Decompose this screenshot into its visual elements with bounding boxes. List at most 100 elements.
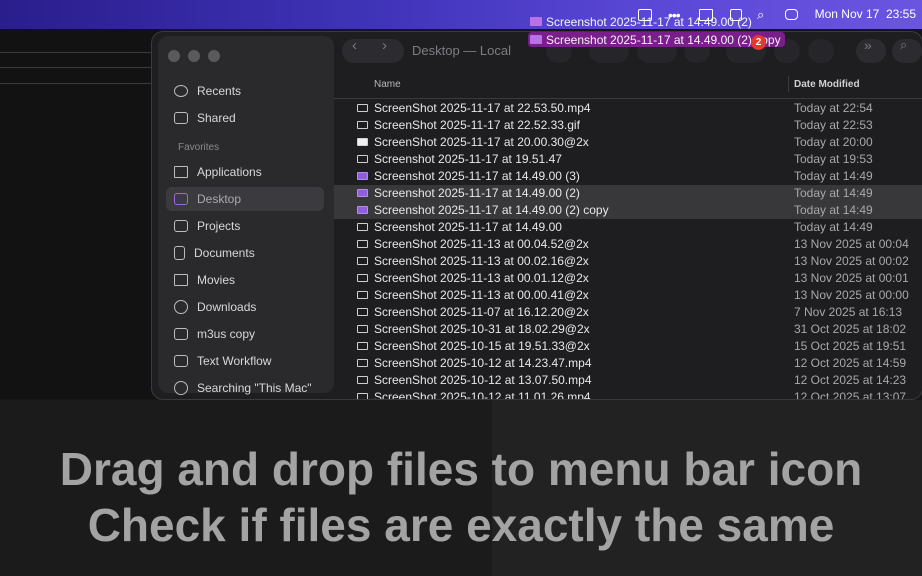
file-date-modified: Today at 14:49 [794,186,873,200]
table-row[interactable]: ScreenShot 2025-11-17 at 20.00.30@2x Toda… [334,134,922,151]
image-file-icon [357,274,368,282]
table-row[interactable]: ScreenShot 2025-11-13 at 00.04.52@2x 13 N… [334,236,922,253]
minimize-window-button[interactable] [188,50,200,62]
image-file-icon [357,172,368,180]
divider [0,52,160,53]
table-row[interactable]: ScreenShot 2025-10-15 at 19.51.33@2x 15 O… [334,338,922,355]
file-name: Screenshot 2025-11-17 at 19.51.47 [374,152,562,166]
column-header-date-modified[interactable]: Date Modified [794,79,860,90]
image-file-icon [357,121,368,129]
table-row[interactable]: ScreenShot 2025-11-13 at 00.02.16@2x 13 N… [334,253,922,270]
file-name: ScreenShot 2025-11-07 at 16.12.20@2x [374,305,589,319]
table-row[interactable]: Screenshot 2025-11-17 at 14.49.00 Today a… [334,219,922,236]
favorites-heading: Favorites [178,142,220,153]
table-row[interactable]: ScreenShot 2025-11-07 at 16.12.20@2x 7 No… [334,304,922,321]
file-name: ScreenShot 2025-11-17 at 20.00.30@2x [374,135,589,149]
table-row[interactable]: Screenshot 2025-11-17 at 14.49.00 (2) Tod… [334,185,922,202]
image-file-icon [357,291,368,299]
forward-button[interactable]: › [382,37,387,54]
table-row[interactable]: Screenshot 2025-11-17 at 14.49.00 (2) co… [334,202,922,219]
table-row[interactable]: ScreenShot 2025-10-12 at 13.07.50.mp4 12 … [334,372,922,389]
double-chevron-icon: » [864,37,872,53]
file-name: ScreenShot 2025-11-17 at 22.52.33.gif [374,118,580,132]
sidebar-item-label: Recents [197,84,242,98]
applications-icon [174,166,188,178]
list-header: Name Date Modified [334,70,922,99]
sidebar-item-shared[interactable]: Shared [166,106,324,130]
shared-folder-icon [174,112,188,124]
file-date-modified: 15 Oct 2025 at 19:51 [794,339,907,353]
menu-bar-clock[interactable]: Mon Nov 17 23:55 [815,7,916,21]
file-name: ScreenShot 2025-11-13 at 00.04.52@2x [374,237,589,251]
clock-icon [174,85,188,97]
image-file-icon [357,308,368,316]
file-date-modified: 13 Nov 2025 at 00:02 [794,254,909,268]
file-name: Screenshot 2025-11-17 at 14.49.00 (2) [374,186,580,200]
divider [0,67,160,68]
sidebar-item-label: Movies [197,273,236,287]
menu-bar: ••• ⌕ Mon Nov 17 23:55 [0,0,922,29]
sidebar-item-applications[interactable]: Applications [166,160,324,184]
drag-item: Screenshot 2025-11-17 at 14.49.00 (2) co… [528,32,785,47]
search-icon: ⌕ [900,37,908,52]
finder-sidebar: Recents Shared Favorites Applications De… [158,36,334,395]
table-row[interactable]: ScreenShot 2025-11-13 at 00.01.12@2x 13 N… [334,270,922,287]
table-row[interactable]: ScreenShot 2025-11-17 at 22.52.33.gif Tod… [334,117,922,134]
download-icon [174,300,188,314]
sidebar-item-downloads[interactable]: Downloads [166,295,324,319]
caption-line-2: Check if files are exactly the same [87,499,835,551]
image-file-icon [530,17,542,26]
table-row[interactable]: ScreenShot 2025-11-13 at 00.00.41@2x 13 N… [334,287,922,304]
zoom-window-button[interactable] [208,50,220,62]
sidebar-item-documents[interactable]: Documents [166,241,324,265]
video-file-icon [357,376,368,384]
tag-button[interactable] [808,39,834,63]
table-row[interactable]: ScreenShot 2025-10-12 at 14.23.47.mp4 12 … [334,355,922,372]
file-date-modified: 7 Nov 2025 at 16:13 [794,305,903,319]
image-file-icon [357,325,368,333]
file-date-modified: 12 Oct 2025 at 14:59 [794,356,907,370]
sidebar-item-label: Searching "This Mac" [197,381,312,395]
table-row[interactable]: Screenshot 2025-11-17 at 19.51.47 Today a… [334,151,922,168]
sidebar-item-projects[interactable]: Projects [166,214,324,238]
back-button[interactable]: ‹ [352,37,357,54]
sidebar-item-label: Shared [197,111,236,125]
table-row[interactable]: Screenshot 2025-11-17 at 14.49.00 (3) Tod… [334,168,922,185]
sidebar-item-label: m3us copy [197,327,256,341]
gear-icon [174,381,188,395]
table-row[interactable]: ScreenShot 2025-10-12 at 11.01.26.mp4 12 … [334,389,922,399]
folder-icon [174,220,188,232]
finder-window: Recents Shared Favorites Applications De… [152,32,922,399]
sidebar-item-desktop[interactable]: Desktop [166,187,324,211]
file-name: Screenshot 2025-11-17 at 14.49.00 (3) [374,169,580,183]
file-name: ScreenShot 2025-10-12 at 14.23.47.mp4 [374,356,592,370]
sidebar-item-m3us-copy[interactable]: m3us copy [166,322,324,346]
drag-item: Screenshot 2025-11-17 at 14.49.00 (2) [528,14,752,29]
close-window-button[interactable] [168,50,180,62]
file-date-modified: 13 Nov 2025 at 00:04 [794,237,909,251]
file-list: Name Date Modified ScreenShot 2025-11-17… [334,70,922,399]
drag-item-label: Screenshot 2025-11-17 at 14.49.00 (2) [546,14,752,29]
file-date-modified: Today at 19:53 [794,152,873,166]
background-window [0,29,160,399]
desktop-icon [174,193,188,205]
table-row[interactable]: ScreenShot 2025-10-31 at 18.02.29@2x 31 O… [334,321,922,338]
file-date-modified: 12 Oct 2025 at 14:23 [794,373,907,387]
sidebar-item-recents[interactable]: Recents [166,79,324,103]
window-title: Desktop — Local [412,43,511,58]
file-date-modified: 12 Oct 2025 at 13:07 [794,390,907,399]
sidebar-item-movies[interactable]: Movies [166,268,324,292]
image-file-icon [530,35,542,44]
file-name: ScreenShot 2025-11-17 at 22.53.50.mp4 [374,101,591,115]
file-name: Screenshot 2025-11-17 at 14.49.00 [374,220,562,234]
column-header-name[interactable]: Name [374,79,401,90]
sidebar-item-searching-this-mac[interactable]: Searching "This Mac" [166,376,324,399]
sidebar-item-label: Documents [194,246,255,260]
video-file-icon [357,393,368,399]
sidebar-item-label: Downloads [197,300,257,314]
file-date-modified: Today at 14:49 [794,169,873,183]
table-row[interactable]: ScreenShot 2025-11-17 at 22.53.50.mp4 Tod… [334,100,922,117]
control-center-icon[interactable] [785,0,798,29]
sidebar-item-text-workflow[interactable]: Text Workflow [166,349,324,373]
search-icon[interactable]: ⌕ [757,0,764,29]
